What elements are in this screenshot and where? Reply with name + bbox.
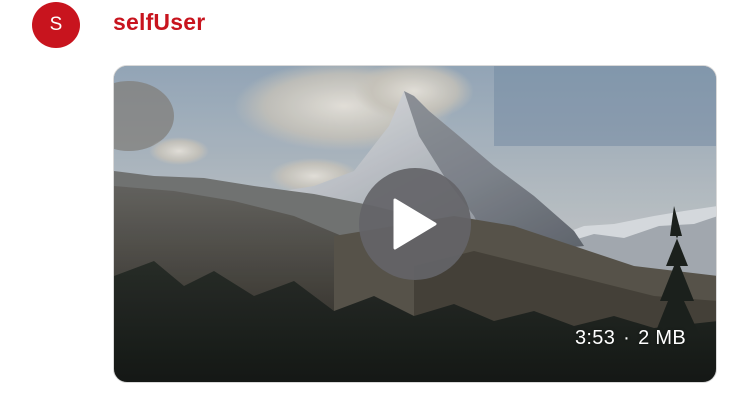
meta-separator: · <box>623 327 631 349</box>
sender-name[interactable]: selfUser <box>113 9 205 36</box>
avatar-initial: S <box>49 14 63 35</box>
video-attachment[interactable]: 3:53 · 2 MB <box>113 65 717 383</box>
video-file-size: 2 MB <box>638 327 686 349</box>
message: S selfUser 3:53 · 2 MB <box>0 0 750 404</box>
avatar[interactable]: S <box>32 2 80 48</box>
play-button[interactable] <box>359 168 471 280</box>
video-meta: 3:53 · 2 MB <box>575 327 686 350</box>
video-duration: 3:53 <box>575 327 616 349</box>
play-icon <box>393 198 437 250</box>
